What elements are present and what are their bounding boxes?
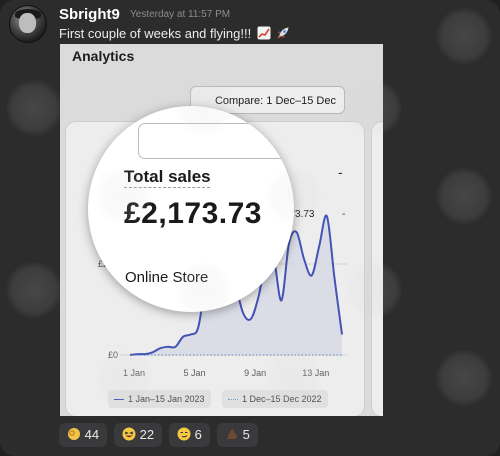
watermark-icon — [6, 80, 62, 136]
rocket-emoji — [277, 27, 289, 39]
magnifier-circle: Total sales £2,173.73 Online Store — [88, 106, 294, 312]
legend-item-jan-2023: 1 Jan–15 Jan 2023 — [108, 390, 211, 408]
message-body: First couple of weeks and flying!!! — [59, 26, 252, 41]
online-store-label: Online Store — [125, 269, 209, 286]
reaction-squinting-grin[interactable]: 22 — [114, 423, 163, 447]
watermark-icon — [436, 350, 492, 406]
x-tick-label: 13 Jan — [302, 368, 329, 378]
watermark-icon — [436, 168, 492, 224]
x-tick-label: 5 Jan — [184, 368, 206, 378]
x-tick-label: 9 Jan — [244, 368, 266, 378]
legend-label: 1 Dec–15 Dec 2022 — [242, 394, 322, 404]
message-timestamp: Yesterday at 11:57 PM — [130, 9, 231, 20]
username[interactable]: Sbright9 — [59, 6, 120, 23]
legend-swatch — [228, 399, 238, 401]
squinting-grin-icon — [122, 427, 136, 441]
avatar[interactable] — [9, 5, 47, 43]
total-sales-label: Total sales — [124, 167, 211, 186]
legend-swatch — [114, 399, 124, 401]
reaction-flexed-biceps[interactable]: 5 — [217, 423, 258, 447]
watermark-icon — [6, 262, 62, 318]
reaction-count: 6 — [194, 427, 202, 442]
reaction-count: 5 — [242, 427, 250, 442]
message-text: First couple of weeks and flying!!! — [59, 26, 290, 41]
reaction-smirk[interactable]: 6 — [169, 423, 210, 447]
x-tick-label: 1 Jan — [123, 368, 145, 378]
reaction-count: 22 — [139, 427, 155, 442]
total-sales-value: £2,173.73 — [124, 197, 262, 230]
smirk-icon — [177, 427, 191, 441]
attached-screenshot[interactable]: Analytics Compare: 1 Dec–15 Dec 2022 - £… — [60, 44, 383, 416]
flexed-biceps-icon — [227, 429, 237, 439]
y-tick-label: £0 — [108, 350, 118, 360]
reaction-count: 44 — [84, 427, 100, 442]
chat-message: Sbright9 Yesterday at 11:57 PM First cou… — [0, 0, 500, 456]
compare-button-fragment — [138, 123, 294, 159]
legend-label: 1 Jan–15 Jan 2023 — [128, 394, 205, 404]
reaction-ok-hand[interactable]: 44 — [59, 423, 108, 447]
ok-hand-icon — [68, 428, 80, 440]
chart-increasing-emoji — [257, 26, 271, 40]
legend-item-dec-2022: 1 Dec–15 Dec 2022 — [222, 390, 328, 408]
watermark-icon — [436, 8, 492, 64]
